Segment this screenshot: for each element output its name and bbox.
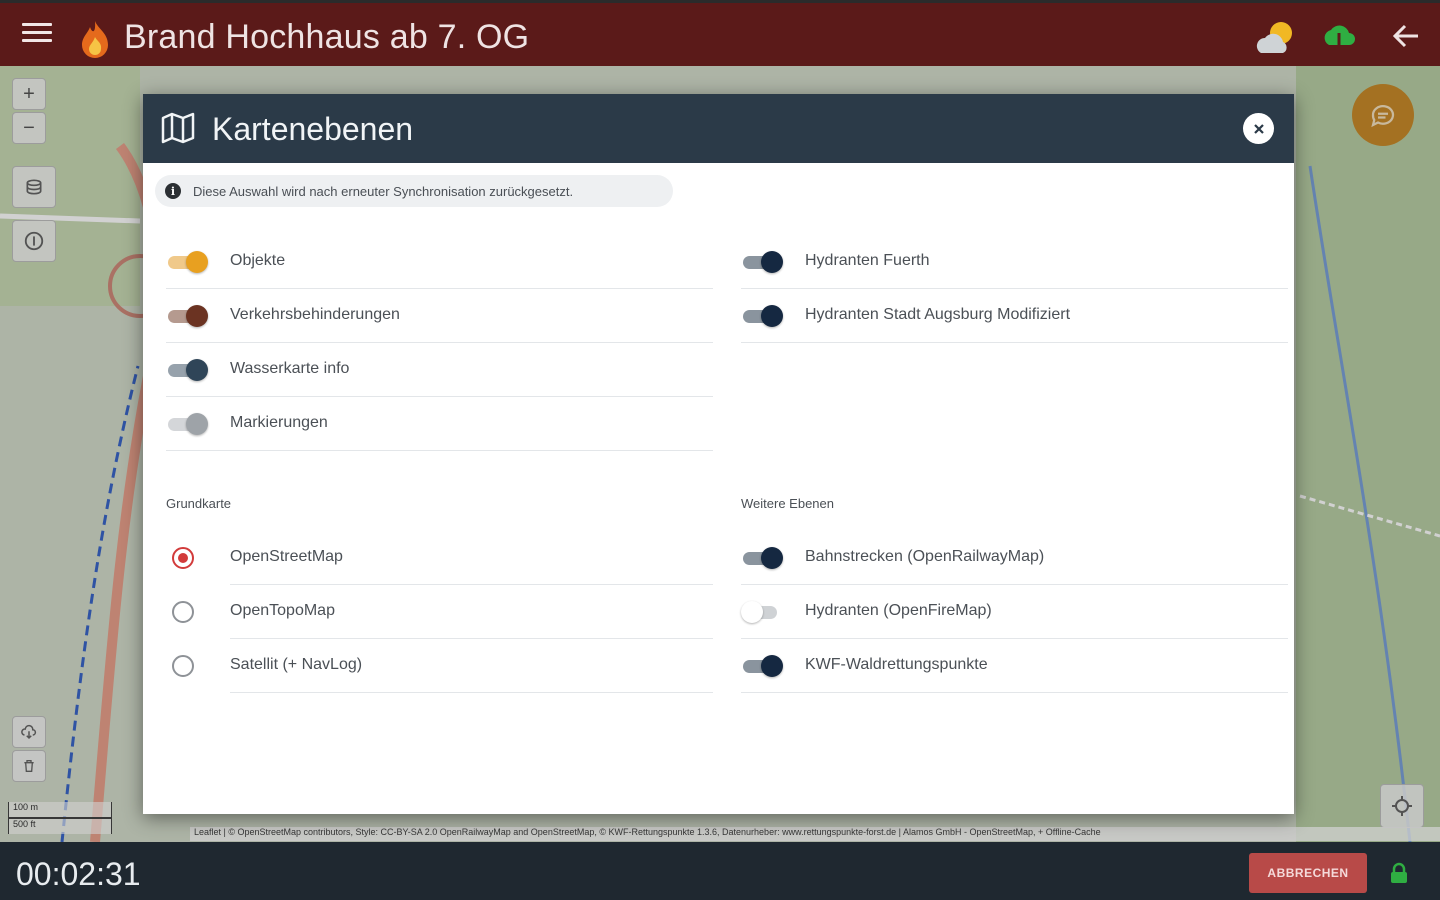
layer-toggle[interactable] bbox=[741, 546, 783, 570]
extra-layer-kwf[interactable]: KWF-Waldrettungspunkte bbox=[741, 639, 1288, 693]
layer-toggle[interactable] bbox=[741, 600, 781, 624]
bottom-bar: 00:02:31 ABBRECHEN bbox=[0, 842, 1440, 900]
info-text: Diese Auswahl wird nach erneuter Synchro… bbox=[193, 183, 574, 199]
sync-info-banner: i Diese Auswahl wird nach erneuter Synch… bbox=[155, 175, 673, 207]
layer-label: Hydranten Stadt Augsburg Modifiziert bbox=[805, 306, 1071, 323]
elapsed-timer: 00:02:31 bbox=[16, 856, 141, 892]
radio-button[interactable] bbox=[172, 655, 194, 677]
layer-toggle[interactable] bbox=[166, 250, 208, 274]
layer-row-verkehrsbehinderungen[interactable]: Verkehrsbehinderungen bbox=[166, 289, 713, 343]
layer-toggle[interactable] bbox=[166, 412, 208, 436]
extra-layers-heading: Weitere Ebenen bbox=[741, 496, 834, 511]
layer-label: Objekte bbox=[230, 252, 286, 269]
basemap-option-satellite[interactable]: Satellit (+ NavLog) bbox=[166, 639, 713, 693]
extra-layer-railway[interactable]: Bahnstrecken (OpenRailwayMap) bbox=[741, 531, 1288, 585]
menu-button[interactable] bbox=[22, 23, 52, 47]
basemap-label: Satellit (+ NavLog) bbox=[230, 656, 363, 673]
layer-label: Hydranten Fuerth bbox=[805, 252, 930, 269]
base-map-heading: Grundkarte bbox=[166, 496, 232, 511]
map-icon bbox=[161, 112, 195, 144]
layer-label: Wasserkarte info bbox=[230, 360, 350, 377]
layer-row-wasserkarte[interactable]: Wasserkarte info bbox=[166, 343, 713, 397]
layer-toggle[interactable] bbox=[741, 304, 783, 328]
incident-title: Brand Hochhaus ab 7. OG bbox=[124, 18, 530, 56]
layer-label: Bahnstrecken (OpenRailwayMap) bbox=[805, 548, 1045, 565]
basemap-label: OpenStreetMap bbox=[230, 548, 343, 565]
layer-label: Markierungen bbox=[230, 414, 328, 431]
dialog-header: Kartenebenen bbox=[143, 94, 1294, 163]
radio-button[interactable] bbox=[172, 601, 194, 623]
layer-row-hydranten-augsburg[interactable]: Hydranten Stadt Augsburg Modifiziert bbox=[741, 289, 1288, 343]
layer-label: Hydranten (OpenFireMap) bbox=[805, 602, 992, 619]
layer-row-objekte[interactable]: Objekte bbox=[166, 235, 713, 289]
cancel-button[interactable]: ABBRECHEN bbox=[1249, 853, 1367, 893]
layer-toggle[interactable] bbox=[741, 654, 783, 678]
basemap-label: OpenTopoMap bbox=[230, 602, 335, 619]
layer-toggle[interactable] bbox=[166, 358, 208, 382]
cloud-sync-icon[interactable] bbox=[1321, 19, 1357, 57]
close-icon bbox=[1253, 123, 1264, 134]
app-bar: Brand Hochhaus ab 7. OG bbox=[0, 0, 1440, 66]
weather-icon[interactable] bbox=[1255, 19, 1297, 57]
back-arrow-icon[interactable] bbox=[1392, 23, 1420, 49]
basemap-option-topo[interactable]: OpenTopoMap bbox=[166, 585, 713, 639]
layer-row-markierungen[interactable]: Markierungen bbox=[166, 397, 713, 451]
layer-label: KWF-Waldrettungspunkte bbox=[805, 656, 988, 673]
close-button[interactable] bbox=[1243, 113, 1274, 144]
layer-row-hydranten-fuerth[interactable]: Hydranten Fuerth bbox=[741, 235, 1288, 289]
hamburger-icon bbox=[22, 23, 52, 26]
dialog-title: Kartenebenen bbox=[212, 111, 414, 147]
lock-icon[interactable] bbox=[1389, 862, 1409, 884]
extra-layer-openfiremap[interactable]: Hydranten (OpenFireMap) bbox=[741, 585, 1288, 639]
layer-toggle[interactable] bbox=[741, 250, 783, 274]
layers-dialog: Kartenebenen i Diese Auswahl wird nach e… bbox=[143, 94, 1294, 814]
layer-label: Verkehrsbehinderungen bbox=[230, 306, 400, 323]
layer-toggle[interactable] bbox=[166, 304, 208, 328]
radio-button[interactable] bbox=[172, 547, 194, 569]
basemap-option-osm[interactable]: OpenStreetMap bbox=[166, 531, 713, 585]
fire-icon bbox=[82, 21, 108, 58]
info-icon: i bbox=[165, 183, 181, 199]
